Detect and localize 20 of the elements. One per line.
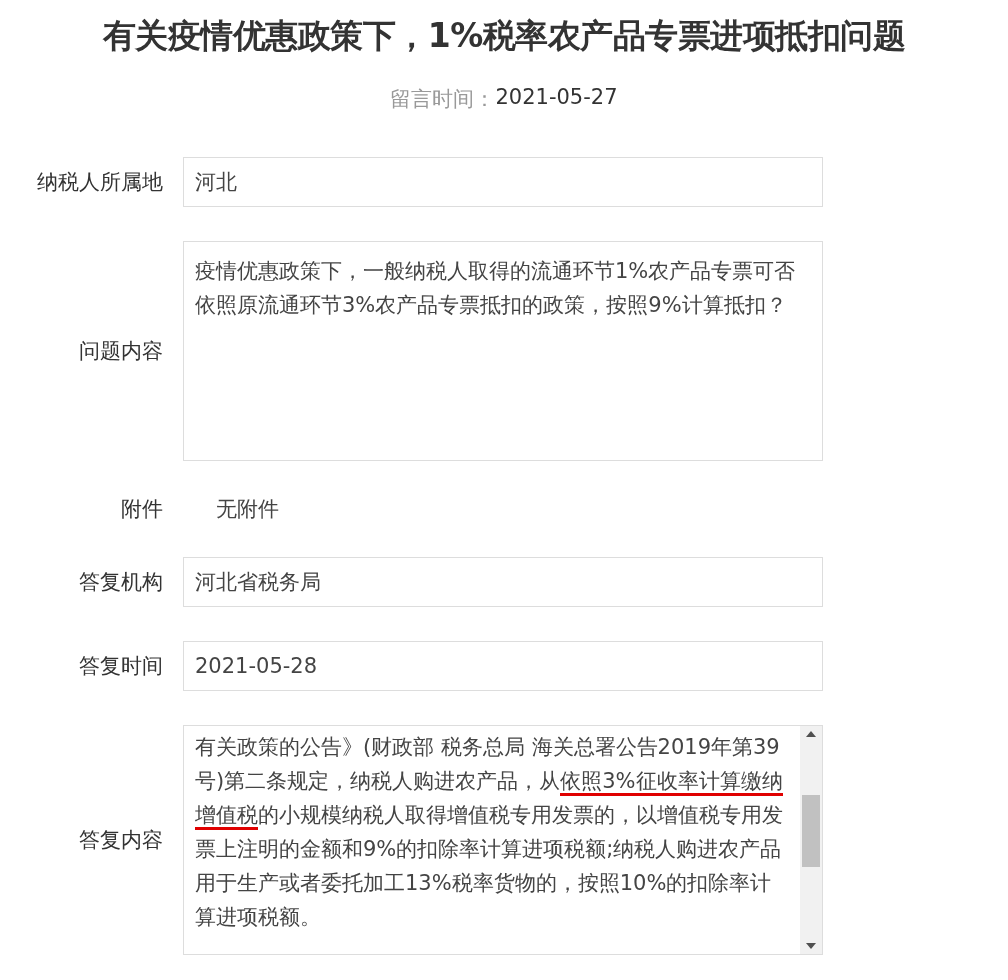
text-area[interactable]: 疫情优惠政策下，一般纳税人取得的流通环节1%农产品专票可否依照原流通环节3%农产品专票抵扣的政策，按照9%计算抵扣？ bbox=[183, 241, 823, 461]
answer-text: 有关政策的公告》(财政部 税务总局 海关总署公告2019年第39号)第二条规定，纳税人购进农产品，从依照3%征收率计算缴纳增值税的小规模纳税人取得增值税专用发票的，以增值税专用发票上注明的金额和9%的扣除率计算进项税额;纳税人购进农产品用于生产或者委托加工13%税率货物的，按照10%的扣除率计算进项税额。 bbox=[194, 734, 784, 931]
time-label: 留言时间： bbox=[390, 86, 496, 113]
attachment-text: 无附件 bbox=[215, 496, 280, 523]
field-label: 纳税人所属地 bbox=[36, 169, 163, 196]
scrollbar-thumb[interactable] bbox=[802, 795, 820, 867]
time-value: 2021-05-27 bbox=[495, 85, 618, 111]
field-label: 答复内容 bbox=[78, 827, 163, 854]
field-label: 答复机构 bbox=[78, 569, 163, 596]
text-field[interactable]: 河北 bbox=[183, 157, 823, 207]
text-field[interactable]: 2021-05-28 bbox=[183, 641, 823, 691]
scrollbar[interactable] bbox=[800, 726, 822, 954]
field-label: 附件 bbox=[120, 496, 163, 523]
scroll-up-icon[interactable] bbox=[805, 730, 817, 738]
answer-box[interactable]: 有关政策的公告》(财政部 税务总局 海关总署公告2019年第39号)第二条规定，纳税人购进农产品，从依照3%征收率计算缴纳增值税的小规模纳税人取得增值税专用发票的，以增值税专用发票上注明的金额和9%的扣除率计算进项税额;纳税人购进农产品用于生产或者委托加工13%税率货物的，按照10%的扣除率计算进项税额。 bbox=[183, 725, 823, 955]
scroll-down-icon[interactable] bbox=[805, 942, 817, 950]
text-field[interactable]: 河北省税务局 bbox=[183, 557, 823, 607]
page-title: 有关疫情优惠政策下，1%税率农产品专票进项抵扣问题 bbox=[101, 15, 907, 57]
field-label: 问题内容 bbox=[78, 338, 163, 365]
field-label: 答复时间 bbox=[78, 653, 163, 680]
